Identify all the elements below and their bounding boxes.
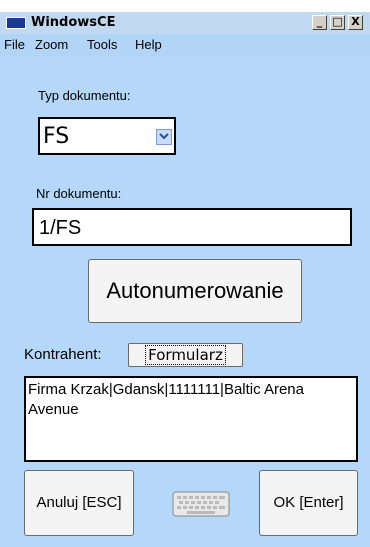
close-button[interactable]: X — [348, 15, 363, 30]
windows-app-icon — [6, 17, 26, 29]
app-window: WindowsCE _ □ X File Zoom Tools Help Typ… — [0, 0, 370, 547]
form-button[interactable]: Formularz — [128, 343, 243, 367]
doc-type-select[interactable]: FS — [38, 117, 176, 155]
window-title: WindowsCE — [31, 15, 116, 30]
menu-file[interactable]: File — [4, 37, 25, 52]
ok-button[interactable]: OK [Enter] — [259, 470, 358, 536]
maximize-button[interactable]: □ — [330, 15, 345, 30]
left-panel — [0, 56, 24, 547]
contractor-textarea[interactable]: Firma Krzak|Gdansk|1111111|Baltic Arena … — [24, 376, 358, 462]
doc-number-value: 1/FS — [39, 217, 82, 239]
minimize-button[interactable]: _ — [312, 15, 327, 30]
doc-number-label: Nr dokumentu: — [36, 186, 122, 201]
autonumber-button[interactable]: Autonumerowanie — [88, 259, 302, 323]
keyboard-icon[interactable] — [172, 486, 230, 518]
title-bar: WindowsCE _ □ X — [0, 12, 370, 34]
menu-bar: File Zoom Tools Help — [0, 34, 370, 56]
menu-help[interactable]: Help — [135, 37, 162, 52]
doc-type-label: Typ dokumentu: — [38, 88, 131, 103]
doc-number-field[interactable]: 1/FS — [32, 208, 352, 246]
menu-zoom[interactable]: Zoom — [35, 37, 68, 52]
contractor-label: Kontrahent: — [24, 346, 102, 363]
form-content: Typ dokumentu: FS Nr dokumentu: 1/FS Aut… — [0, 56, 370, 547]
cancel-button[interactable]: Anuluj [ESC] — [24, 470, 134, 536]
doc-type-value: FS — [43, 124, 70, 149]
contractor-text: Firma Krzak|Gdansk|1111111|Baltic Arena … — [28, 381, 304, 418]
form-button-label: Formularz — [145, 345, 226, 365]
chevron-down-icon[interactable] — [156, 129, 172, 145]
menu-tools[interactable]: Tools — [87, 37, 117, 52]
